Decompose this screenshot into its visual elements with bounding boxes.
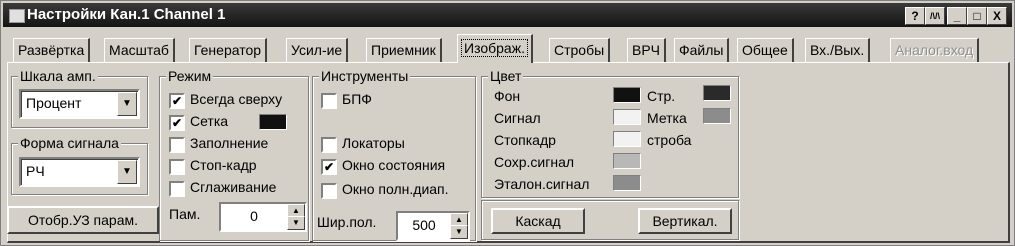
checkbox-label: Всегда сверху: [190, 91, 283, 107]
title-bar: Настройки Кан.1 Channel 1 ? /\/\ _ □ X: [3, 3, 1012, 27]
tab-label: Стробы: [554, 42, 605, 58]
maximize-button[interactable]: □: [967, 7, 987, 25]
chevron-down-icon[interactable]: ▼: [117, 160, 137, 184]
tab-label: Генератор: [194, 42, 262, 58]
memory-label: Пам.: [169, 206, 201, 222]
width-spinner[interactable]: 500 ▲ ▼: [396, 211, 470, 241]
checkbox-label: БПФ: [342, 91, 372, 107]
tab-label: Масштаб: [109, 42, 169, 58]
reference-signal-color-label: Эталон.сигнал: [494, 176, 590, 192]
memory-value: 0: [250, 208, 258, 224]
tab-label: Аналог.вход: [895, 42, 974, 58]
background-color-swatch[interactable]: [613, 87, 641, 103]
show-us-params-button[interactable]: Отобр.УЗ парам.: [7, 206, 159, 234]
tab-tcg[interactable]: ВРЧ: [627, 38, 667, 63]
tab-label: Усил-ие: [291, 42, 343, 58]
tab-label: Общее: [742, 42, 788, 58]
checkbox-box[interactable]: [169, 137, 185, 153]
help-button[interactable]: ?: [905, 7, 925, 25]
checkbox-label: Заполнение: [190, 135, 269, 151]
window-title: Настройки Кан.1 Channel 1: [27, 6, 226, 23]
freeze-frame-color-label: Стопкадр: [494, 132, 556, 148]
amp-scale-value: Процент: [26, 95, 82, 111]
tab-scale[interactable]: Масштаб: [104, 38, 175, 63]
tab-label: Файлы: [679, 42, 724, 58]
signal-view-button[interactable]: /\/\: [925, 7, 945, 25]
checkbox-box[interactable]: ✔: [169, 93, 185, 109]
saved-signal-color-label: Сохр.сигнал: [494, 154, 575, 170]
checkbox-label: Сетка: [190, 113, 229, 129]
memory-spinner[interactable]: 0 ▲ ▼: [219, 202, 307, 232]
signal-form-caption: Форма сигнала: [18, 135, 121, 151]
checkbox-label: Локаторы: [342, 135, 405, 151]
tab-sweep[interactable]: Развёртка: [13, 38, 91, 63]
tab-label: Изображ.: [461, 39, 528, 57]
cascade-button[interactable]: Каскад: [491, 208, 585, 234]
str-color-swatch[interactable]: [703, 85, 731, 101]
mark-color-label: Метка: [647, 110, 687, 126]
signal-color-swatch[interactable]: [613, 109, 641, 125]
minimize-button[interactable]: _: [947, 7, 967, 25]
gate-color-label: строба: [647, 132, 692, 148]
checkbox-box[interactable]: [321, 137, 337, 153]
checkbox-label: Сглаживание: [190, 179, 277, 195]
tab-general[interactable]: Общее: [737, 38, 794, 63]
tab-io[interactable]: Вх./Вых.: [805, 38, 871, 63]
checkbox-label: Стоп-кадр: [190, 157, 257, 173]
tab-label: Вх./Вых.: [810, 42, 865, 58]
width-label: Шир.пол.: [317, 214, 377, 230]
checkbox-box[interactable]: [169, 159, 185, 175]
signal-form-value: РЧ: [26, 163, 45, 179]
vertical-button[interactable]: Вертикал.: [638, 208, 732, 234]
mode-caption: Режим: [166, 68, 214, 84]
width-value: 500: [412, 217, 436, 233]
tab-receiver[interactable]: Приемник: [366, 38, 442, 63]
mark-color-swatch[interactable]: [703, 108, 731, 124]
settings-window: Настройки Кан.1 Channel 1 ? /\/\ _ □ X Р…: [0, 0, 1015, 246]
tab-generator[interactable]: Генератор: [189, 38, 268, 63]
checkbox-box[interactable]: ✔: [321, 159, 337, 175]
window-app-icon: [9, 9, 25, 23]
signal-color-label: Сигнал: [494, 110, 541, 126]
checkbox-box[interactable]: [169, 181, 185, 197]
tab-label: ВРЧ: [632, 42, 661, 58]
color-caption: Цвет: [488, 68, 524, 84]
amp-scale-caption: Шкала амп.: [18, 68, 98, 84]
saved-signal-color-swatch[interactable]: [613, 153, 641, 169]
reference-signal-color-swatch[interactable]: [613, 175, 641, 191]
tab-label: Развёртка: [18, 42, 85, 58]
grid-color-swatch[interactable]: [259, 114, 287, 130]
tab-analog-input: Аналог.вход: [890, 38, 980, 63]
checkbox-box[interactable]: ✔: [169, 115, 185, 131]
tab-gain[interactable]: Усил-ие: [286, 38, 349, 63]
amp-scale-select[interactable]: Процент ▼: [19, 89, 140, 119]
checkbox-box[interactable]: [321, 93, 337, 109]
tab-label: Приемник: [371, 42, 436, 58]
close-button[interactable]: X: [987, 7, 1007, 25]
freeze-frame-color-swatch[interactable]: [613, 131, 641, 147]
spin-down-icon[interactable]: ▼: [287, 216, 305, 230]
background-color-label: Фон: [494, 88, 521, 104]
checkbox-label: Окно полн.диап.: [342, 181, 449, 197]
tab-files[interactable]: Файлы: [674, 38, 730, 63]
tools-caption: Инструменты: [319, 68, 411, 84]
str-color-label: Стр.: [647, 88, 676, 104]
tab-display[interactable]: Изображ.: [457, 34, 533, 63]
spin-down-icon[interactable]: ▼: [450, 225, 468, 239]
tab-gates[interactable]: Стробы: [549, 38, 611, 63]
checkbox-label: Окно состояния: [342, 157, 446, 173]
checkbox-box[interactable]: [321, 183, 337, 199]
chevron-down-icon[interactable]: ▼: [117, 92, 137, 116]
signal-form-select[interactable]: РЧ ▼: [19, 157, 140, 187]
